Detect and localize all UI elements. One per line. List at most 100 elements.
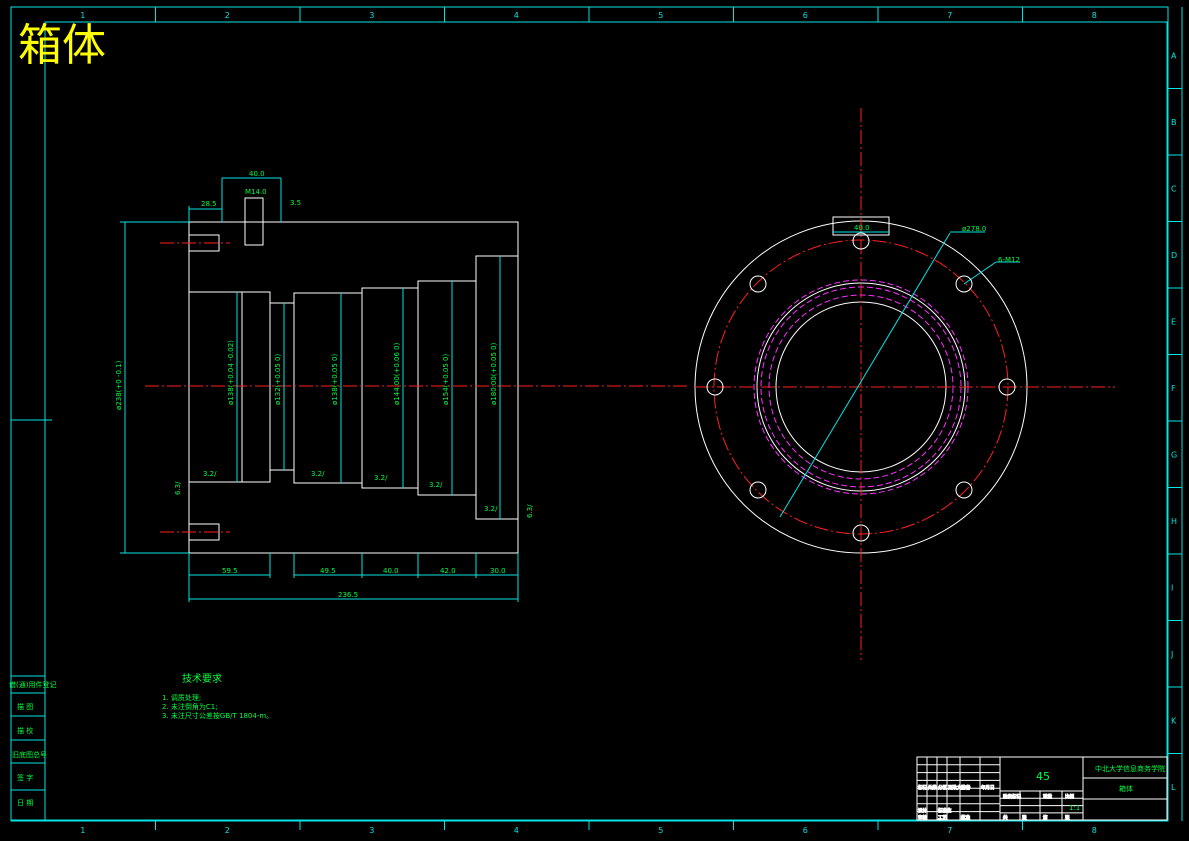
title-block-label: 工艺 [938,815,947,821]
end-slot-width: 40.0 [854,224,870,232]
column-markers: 1 1 2 2 3 3 4 4 5 5 6 6 7 7 8 8 [80,7,1097,835]
dim-bottom-4: 42.0 [440,567,456,575]
column-marker: 3 [369,826,374,835]
dim-slot-width: 40.0 [249,170,265,178]
row-marker: F [1171,384,1176,393]
drawing-sheet: 1 1 2 2 3 3 4 4 5 5 6 6 7 7 8 8 A B C D E F G H I J K L 箱体 40.0 M1… [9,6,1183,835]
dim-outer-diameter: ø238(+0 -0.1) [115,360,123,410]
title-block-label: 阶段标记 [1003,793,1021,800]
title-block-label: 审核 [918,814,927,821]
column-marker: 8 [1092,11,1097,20]
inner-border [44,21,1168,821]
tech-item-2: 2. 未注倒角为C1; [162,702,218,711]
column-marker: 1 [80,11,85,20]
school-name: 中北大学信息商务学院 [1095,764,1165,773]
dim-bottom-3: 40.0 [383,567,399,575]
column-marker: 8 [1092,826,1097,835]
title-block-label: 年月日 [981,784,995,791]
drawing-title: 箱体 [18,20,106,71]
column-marker: 2 [225,11,230,20]
end-view: 40.0 ø278.0 6-M12 [694,108,1115,660]
row-marker: J [1170,650,1173,659]
row-marker: G [1171,450,1177,459]
scale: 1:1 [1069,804,1080,812]
dim-bottom-1: 59.5 [222,567,238,575]
pcd-label: ø278.0 [962,225,986,233]
stamp-1: 借(通)用件登记 [9,680,56,689]
dim-left-offset: 28.5 [201,200,217,208]
tech-requirements: 技术要求 1. 调质处理; 2. 未注倒角为C1; 3. 未注尺寸公差按GB/T… [162,672,273,720]
stamp-2: 描 图 [17,702,33,711]
row-marker: A [1171,51,1177,60]
tech-heading: 技术要求 [182,672,222,685]
section-top-wall [188,221,519,304]
column-marker: 7 [947,11,952,20]
roughness-6: 6.3/ [174,481,182,495]
row-marker: H [1171,517,1177,526]
bolt-hole [955,481,973,499]
roughness-3: 3.2/ [374,474,388,482]
dim-overall-length: 236.5 [338,591,358,599]
dim-bottom-5: 30.0 [490,567,506,575]
title-block-label: 分区 [938,784,947,791]
row-marker: K [1171,716,1177,725]
roughness-4: 3.2/ [429,481,443,489]
column-marker: 3 [369,11,374,20]
column-marker: 1 [80,826,85,835]
title-block-label: 设计 [918,807,927,814]
dim-bore-3: ø138(+0.05 0) [331,353,339,405]
column-marker: 4 [514,11,519,20]
title-block-label: 标记 [918,784,927,791]
column-marker: 7 [947,826,952,835]
roughness-1: 3.2/ [203,470,217,478]
title-block-label: 张 [1065,814,1070,821]
tech-item-3: 3. 未注尺寸公差按GB/T 1804-m。 [162,711,273,720]
stamp-6: 日 期 [17,799,33,807]
section-view: 40.0 M14.0 28.5 3.5 ø238(+0 -0.1) ø138(+… [115,170,690,602]
left-stamp-column: 借(通)用件登记 描 图 描 校 旧底图总号 签 字 日 期 [9,419,56,821]
roughness-5: 3.2/ [484,505,498,513]
row-marker: E [1171,317,1176,326]
title-block-label: 共 [1003,814,1008,821]
column-marker: 5 [658,11,663,20]
column-marker: 4 [514,826,519,835]
column-marker: 2 [225,826,230,835]
dim-bottom-2: 49.5 [320,567,336,575]
column-marker: 6 [803,11,808,20]
title-block: 标记 处数 分区 更改文件号签名 年月日设计 标准化审核 工艺 批准阶段标记 重量 比例共张第张 … [916,756,1168,822]
column-marker: 6 [803,826,808,835]
stamp-4: 旧底图总号 [12,750,47,759]
bolt-hole [749,275,767,293]
roughness-7: 6.3/ [526,504,534,518]
dim-bore-2: ø132(+0.05 0) [274,353,282,405]
title-block-label: 张 [1022,814,1027,821]
row-marker: B [1171,118,1177,127]
hole-label: 6-M12 [998,256,1020,264]
row-marker: L [1171,783,1176,792]
row-marker: D [1171,251,1177,260]
roughness-2: 3.2/ [311,470,325,478]
section-bottom-wall [188,469,519,554]
dim-bore-1: ø138(+0.04 -0.02) [227,340,235,405]
dim-bore-4: ø144.00(+0.06 0) [393,342,401,405]
title-block-label: 批准 [961,814,970,821]
title-block-label: 比例 [1065,793,1074,800]
stamp-3: 描 校 [17,726,33,735]
title-block-label: 标准化 [938,807,952,814]
dim-slot-thread: M14.0 [245,188,267,196]
stamp-5: 签 字 [17,773,33,782]
dim-slot-depth: 3.5 [290,199,301,207]
dim-bore-5: ø154(+0.05 0) [442,353,450,405]
row-marker: I [1171,583,1173,592]
column-marker: 5 [658,826,663,835]
title-block-label: 重量 [1043,793,1052,800]
dim-bore-6: ø180.00(+0.05 0) [490,342,498,405]
title-block-label: 签名 [961,784,970,791]
row-markers: A B C D E F G H I J K L [1167,7,1183,821]
bolt-hole [749,481,767,499]
tech-item-1: 1. 调质处理; [162,693,201,702]
title-block-label: 第 [1043,814,1048,821]
title-block-label: 处数 [928,784,937,791]
part-name: 箱体 [1119,784,1133,793]
row-marker: C [1171,184,1177,193]
